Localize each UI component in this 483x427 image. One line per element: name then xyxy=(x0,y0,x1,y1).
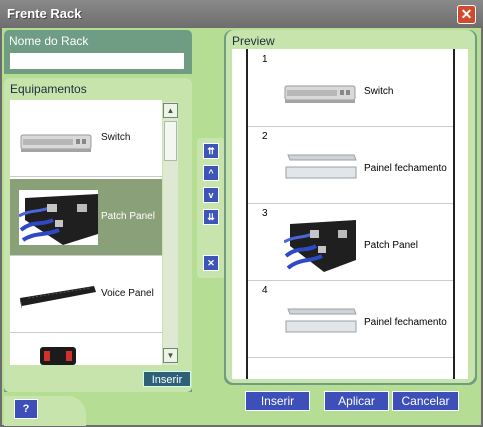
rack-slot[interactable]: 4 Painel fechamento xyxy=(248,281,453,358)
blank-panel-image xyxy=(285,308,357,333)
insert-equipment-button[interactable]: Inserir xyxy=(143,371,191,387)
slot-number: 4 xyxy=(262,285,268,296)
scroll-up-button[interactable]: ▲ xyxy=(163,103,178,118)
rack-slot[interactable]: 2 Painel fechamento xyxy=(248,127,453,204)
slot-number: 3 xyxy=(262,208,268,219)
move-top-button[interactable]: ⇈ xyxy=(203,143,219,159)
scroll-thumb[interactable] xyxy=(164,121,177,161)
device-image xyxy=(40,347,76,365)
rack-name-label: Nome do Rack xyxy=(9,34,89,48)
rack-rail-right xyxy=(453,49,455,379)
slot-label: Switch xyxy=(364,86,394,97)
window-title: Frente Rack xyxy=(7,6,82,21)
blank-panel-image xyxy=(285,154,357,179)
slot-label: Painel fechamento xyxy=(364,163,447,174)
equipment-item-label: Patch Panel xyxy=(101,211,155,222)
patch-panel-image xyxy=(19,190,98,245)
equipment-item-device[interactable] xyxy=(10,333,162,365)
slot-number: 1 xyxy=(262,54,268,65)
help-button[interactable]: ? xyxy=(14,399,38,419)
equipment-list: Switch Patch Panel Voice Panel xyxy=(10,100,162,365)
move-bottom-button[interactable]: ⇊ xyxy=(203,209,219,225)
move-up-button[interactable]: ^ xyxy=(203,165,219,181)
patch-panel-image xyxy=(284,220,356,272)
scroll-down-button[interactable]: ▼ xyxy=(163,348,178,363)
cancel-button[interactable]: Cancelar xyxy=(392,391,459,411)
rack-name-input[interactable] xyxy=(9,52,185,70)
switch-image xyxy=(20,134,92,152)
voice-panel-image xyxy=(20,286,96,309)
remove-button[interactable]: ✕ xyxy=(203,255,219,271)
switch-image xyxy=(284,85,356,103)
apply-button[interactable]: Aplicar xyxy=(324,391,389,411)
slot-number: 2 xyxy=(262,131,268,142)
rack-slot[interactable]: 1 Switch xyxy=(248,50,453,127)
equipment-item-switch[interactable]: Switch xyxy=(10,100,162,177)
rack-slot[interactable]: 3 Patch Panel xyxy=(248,204,453,281)
slot-label: Patch Panel xyxy=(364,240,418,251)
slot-label: Painel fechamento xyxy=(364,317,447,328)
equipment-item-patch-panel[interactable]: Patch Panel xyxy=(10,179,162,256)
equipment-item-label: Switch xyxy=(101,132,131,143)
frente-rack-window: Frente Rack ✕ Nome do Rack Equipamentos … xyxy=(0,0,483,427)
insert-button[interactable]: Inserir xyxy=(245,391,310,411)
move-down-button[interactable]: v xyxy=(203,187,219,203)
preview-label: Preview xyxy=(232,34,275,48)
title-bar: Frente Rack ✕ xyxy=(0,0,483,28)
equipment-item-voice-panel[interactable]: Voice Panel xyxy=(10,256,162,333)
equipment-label: Equipamentos xyxy=(10,82,87,96)
equipment-item-label: Voice Panel xyxy=(101,288,154,299)
close-button[interactable]: ✕ xyxy=(457,5,476,24)
